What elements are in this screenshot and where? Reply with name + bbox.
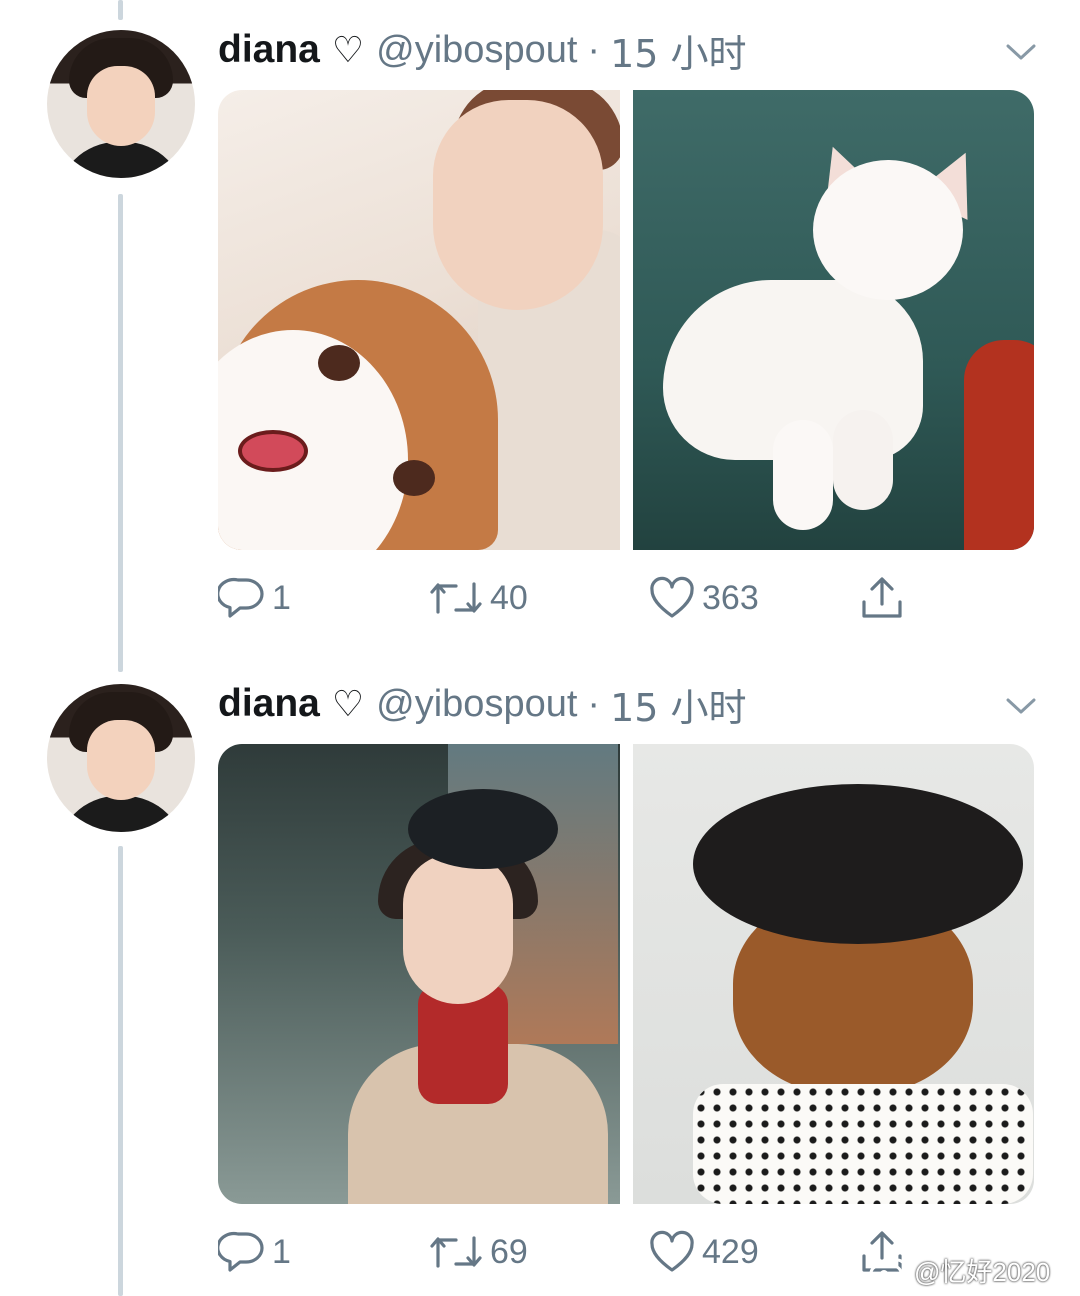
timestamp[interactable]: 15 小时 — [610, 677, 746, 732]
retweet-button[interactable]: 69 — [428, 1224, 528, 1280]
author-handle[interactable]: @yibospout — [376, 29, 577, 72]
heart-icon — [650, 576, 694, 618]
chevron-down-icon[interactable] — [1004, 694, 1038, 718]
media-image-person-in-beret[interactable] — [218, 744, 620, 1204]
thread-line — [118, 0, 123, 20]
thread-line — [118, 846, 123, 1296]
weibo-logo-icon — [869, 1258, 907, 1284]
reply-count: 1 — [272, 1232, 291, 1271]
thread-line — [118, 194, 123, 672]
tweet-actions: 1 40 363 — [218, 570, 1034, 626]
timestamp[interactable]: 15 小时 — [610, 23, 746, 78]
tweet-header: diana ♡ @yibospout · 15 小时 — [218, 678, 747, 730]
retweet-icon — [430, 1236, 482, 1268]
like-count: 429 — [702, 1232, 759, 1271]
chevron-down-icon[interactable] — [1004, 40, 1038, 64]
media-image-white-cat[interactable] — [632, 90, 1034, 550]
retweet-count: 40 — [490, 578, 528, 617]
like-button[interactable]: 429 — [648, 1224, 759, 1280]
author-name[interactable]: diana — [218, 28, 320, 72]
retweet-count: 69 — [490, 1232, 528, 1271]
watermark-text: @忆好2020 — [914, 1256, 1051, 1287]
reply-count: 1 — [272, 578, 291, 617]
media-image-cat-in-beret[interactable] — [632, 744, 1034, 1204]
reply-button[interactable]: 1 — [218, 1224, 291, 1280]
like-count: 363 — [702, 578, 759, 617]
share-icon — [862, 577, 902, 618]
media-image-sleeping-person[interactable] — [218, 90, 620, 550]
heart-icon — [650, 1230, 694, 1272]
media-grid — [218, 90, 1034, 550]
retweet-button[interactable]: 40 — [428, 570, 528, 626]
heart-icon: ♡ — [331, 29, 365, 70]
reply-button[interactable]: 1 — [218, 570, 291, 626]
reply-icon — [218, 1231, 264, 1272]
retweet-icon — [430, 582, 482, 614]
media-grid — [218, 744, 1034, 1204]
reply-icon — [218, 577, 264, 618]
avatar[interactable] — [47, 30, 195, 178]
separator-dot: · — [587, 682, 601, 725]
share-button[interactable] — [858, 570, 906, 626]
separator-dot: · — [587, 28, 601, 71]
heart-icon: ♡ — [331, 683, 365, 724]
avatar[interactable] — [47, 684, 195, 832]
author-name[interactable]: diana — [218, 682, 320, 726]
tweet-header: diana ♡ @yibospout · 15 小时 — [218, 24, 747, 76]
like-button[interactable]: 363 — [648, 570, 759, 626]
author-handle[interactable]: @yibospout — [376, 683, 577, 726]
watermark: @忆好2020 — [868, 1252, 1050, 1288]
